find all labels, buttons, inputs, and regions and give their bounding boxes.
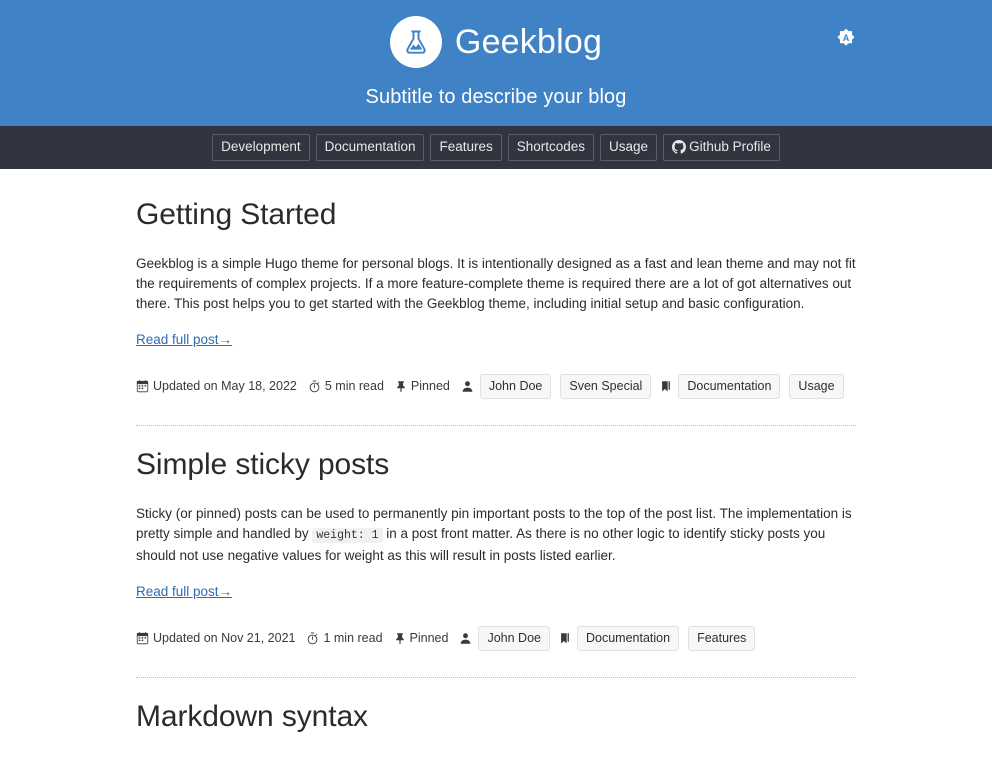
- nav-item-usage[interactable]: Usage: [600, 134, 658, 161]
- post-date: Updated on Nov 21, 2021: [136, 631, 295, 645]
- post-pinned: Pinned: [394, 631, 449, 646]
- author-badge[interactable]: John Doe: [479, 373, 552, 399]
- site-brand-link[interactable]: Geekblog: [389, 16, 603, 68]
- post-title[interactable]: Markdown syntax: [136, 698, 856, 736]
- post-metadata: Updated on Nov 21, 2021 1 min read Pinne…: [136, 625, 856, 651]
- site-title: Geekblog: [454, 23, 603, 61]
- nav-item-label: Development: [221, 139, 301, 155]
- post-title[interactable]: Simple sticky posts: [136, 446, 856, 484]
- inline-code: weight: 1: [312, 527, 383, 543]
- site-subtitle: Subtitle to describe your blog: [365, 86, 627, 108]
- post-pinned: Pinned: [395, 379, 450, 393]
- nav-item-github-profile[interactable]: Github Profile: [663, 134, 780, 161]
- post-divider: [136, 677, 856, 678]
- nav-item-documentation[interactable]: Documentation: [315, 134, 425, 161]
- pin-icon: [395, 380, 407, 393]
- post-pinned-label: Pinned: [410, 379, 450, 394]
- post-date: Updated on May 18, 2022: [136, 379, 297, 393]
- tag-badge[interactable]: Usage: [789, 373, 844, 399]
- post-date-label: Updated on May 18, 2022: [153, 379, 297, 394]
- nav-item-label: Documentation: [324, 139, 416, 155]
- pin-icon: [394, 632, 406, 645]
- post-read-time-label: 5 min read: [324, 379, 384, 394]
- post-summary: Sticky (or pinned) posts can be used to …: [136, 504, 856, 566]
- nav-item-development[interactable]: Development: [212, 134, 310, 161]
- post-summary: Geekblog is a simple Hugo theme for pers…: [136, 255, 856, 311]
- stopwatch-icon: [308, 380, 321, 393]
- github-icon: [672, 140, 687, 154]
- post-read-time: 5 min read: [308, 379, 384, 393]
- tag-badge[interactable]: Documentation: [576, 625, 680, 651]
- nav-item-label: Shortcodes: [516, 139, 586, 155]
- flask-icon: [389, 16, 442, 68]
- brightness-auto-icon[interactable]: A: [832, 26, 860, 54]
- svg-text:A: A: [843, 33, 850, 43]
- main-navigation: Development Documentation Features Short…: [0, 126, 992, 169]
- post-pinned-label: Pinned: [409, 631, 449, 646]
- nav-item-label: Features: [439, 139, 493, 155]
- post-list: Getting Started Geekblog is a simple Hug…: [136, 169, 856, 758]
- author-badge[interactable]: Sven Special: [560, 373, 652, 399]
- person-icon: [461, 380, 474, 393]
- post-read-time-label: 1 min read: [323, 631, 383, 646]
- calendar-icon: [136, 631, 149, 645]
- post-date-label: Updated on Nov 21, 2021: [153, 631, 296, 646]
- tag-badge[interactable]: Documentation: [678, 373, 781, 399]
- calendar-icon: [136, 379, 149, 393]
- read-full-post-link[interactable]: Read full post→: [136, 584, 232, 599]
- post-metadata: Updated on May 18, 2022 5 min read Pinne…: [136, 373, 856, 399]
- site-header: Geekblog Subtitle to describe your blog …: [0, 0, 992, 126]
- person-icon: [459, 632, 472, 645]
- bookmark-icon: [660, 380, 672, 393]
- post-divider: [136, 425, 856, 426]
- post-item: Simple sticky posts Sticky (or pinned) p…: [136, 428, 856, 680]
- stopwatch-icon: [306, 632, 319, 645]
- author-badge[interactable]: John Doe: [478, 625, 550, 651]
- post-item: Getting Started Geekblog is a simple Hug…: [136, 196, 856, 428]
- bookmark-icon: [559, 632, 571, 645]
- post-read-time: 1 min read: [306, 631, 383, 646]
- nav-item-features[interactable]: Features: [430, 134, 502, 161]
- read-full-post-link[interactable]: Read full post→: [136, 332, 232, 347]
- tag-badge[interactable]: Features: [688, 625, 756, 651]
- nav-item-shortcodes[interactable]: Shortcodes: [507, 134, 595, 161]
- nav-item-label: Github Profile: [689, 139, 771, 155]
- post-item: Markdown syntax: [136, 680, 856, 758]
- nav-item-label: Usage: [609, 139, 649, 155]
- post-title[interactable]: Getting Started: [136, 196, 856, 234]
